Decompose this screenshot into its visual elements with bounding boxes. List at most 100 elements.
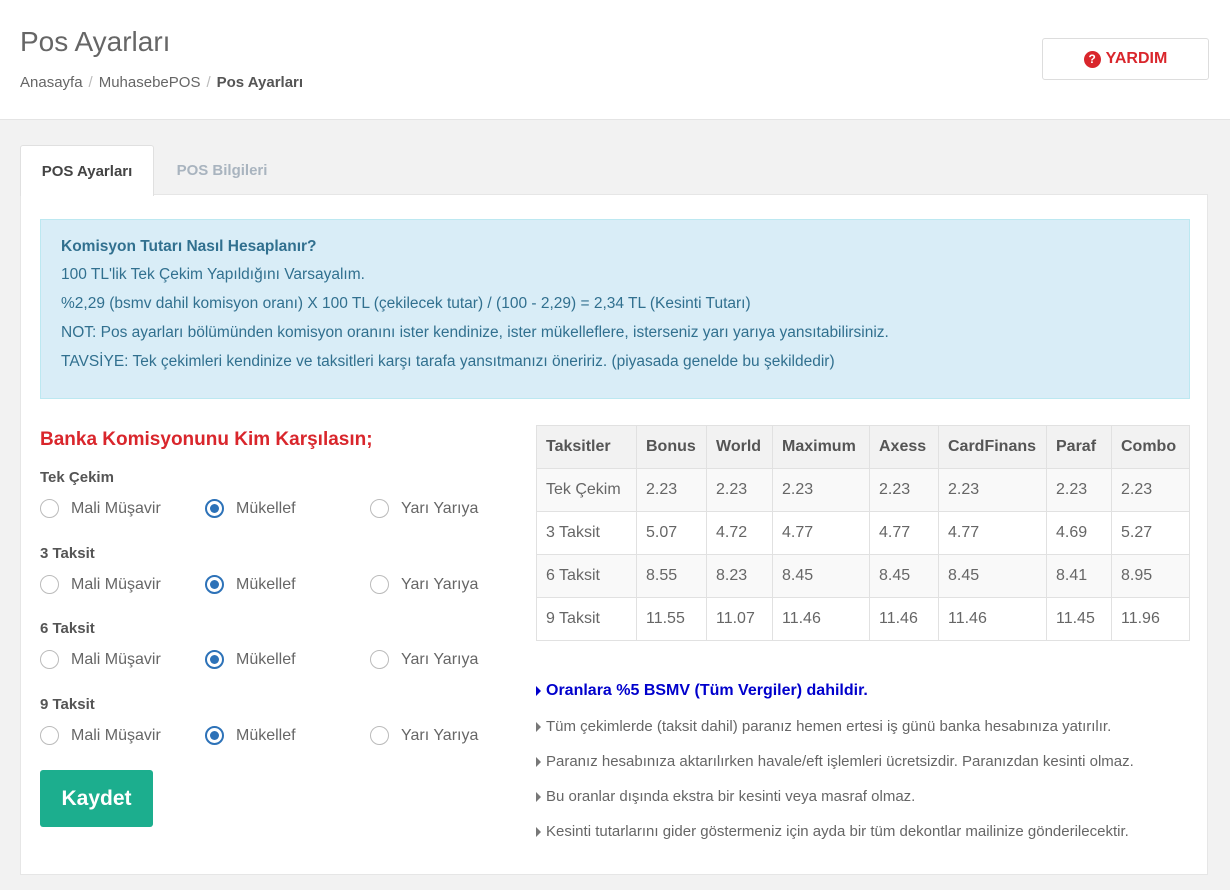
radio-circle[interactable] [370,499,389,518]
radio-6-taksit-yari-yariya[interactable]: Yarı Yarıya [370,650,478,669]
table-cell: 11.46 [869,597,939,641]
radio-3-taksit-mukellef[interactable]: Mükellef [205,575,296,594]
radio-9-taksit-mali-musavir[interactable]: Mali Müşavir [40,726,161,745]
caret-right-icon [536,686,541,696]
radio-6-taksit-mukellef[interactable]: Mükellef [205,650,296,669]
table-cell: 8.45 [938,554,1047,598]
table-header: Taksitler [536,425,637,469]
help-button-label: YARDIM [1105,50,1168,67]
table-cell: 4.69 [1046,511,1112,555]
table-cell: 6 Taksit [536,554,637,598]
table-cell: 4.77 [772,511,870,555]
group-label-9-taksit: 9 Taksit [40,696,95,713]
radio-label: Mali Müşavir [71,499,161,517]
table-header-row: Taksitler Bonus World Maximum Axess Card… [536,425,1190,469]
info-alert: Komisyon Tutarı Nasıl Hesaplanır? 100 TL… [40,219,1190,399]
table-cell: 8.45 [772,554,870,598]
caret-right-icon [536,721,541,732]
radio-tek-cekim-yari-yariya[interactable]: Yarı Yarıya [370,499,478,518]
radio-label: Mali Müşavir [71,650,161,668]
tab-pos-ayarlari[interactable]: POS Ayarları [20,145,154,196]
radio-circle-checked[interactable] [205,726,224,745]
radio-3-taksit-mali-musavir[interactable]: Mali Müşavir [40,575,161,594]
note-text: Bu oranlar dışında ekstra bir kesinti ve… [546,788,916,805]
table-header: Combo [1111,425,1190,469]
table-row: Tek Çekim 2.23 2.23 2.23 2.23 2.23 2.23 … [536,468,1190,512]
commission-title: Banka Komisyonunu Kim Karşılasın; [40,429,373,450]
table-row: 3 Taksit 5.07 4.72 4.77 4.77 4.77 4.69 5… [536,511,1190,555]
radio-circle[interactable] [40,499,59,518]
radio-circle-checked[interactable] [205,575,224,594]
radio-circle[interactable] [40,575,59,594]
radio-label: Yarı Yarıya [401,726,479,744]
info-line: TAVSİYE: Tek çekimleri kendinize ve taks… [61,353,835,370]
table-header: Paraf [1046,425,1112,469]
note-text: Paranız hesabınıza aktarılırken havale/e… [546,753,1134,770]
table-cell: 8.55 [636,554,707,598]
table-cell: 11.96 [1111,597,1190,641]
list-item: Oranlara %5 BSMV (Tüm Vergiler) dahildir… [536,673,1206,709]
radio-label: Mali Müşavir [71,726,161,744]
radio-label: Mükellef [236,575,296,593]
radio-circle[interactable] [370,575,389,594]
tab-pos-bilgileri[interactable]: POS Bilgileri [152,145,292,195]
table-cell: 11.46 [938,597,1047,641]
radio-label: Mali Müşavir [71,575,161,593]
radio-9-taksit-yari-yariya[interactable]: Yarı Yarıya [370,726,478,745]
table-cell: 2.23 [869,468,939,512]
table-cell: 2.23 [1046,468,1112,512]
info-line: %2,29 (bsmv dahil komisyon oranı) X 100 … [61,295,751,312]
table-cell: 3 Taksit [536,511,637,555]
table-cell: 11.46 [772,597,870,641]
radio-circle[interactable] [370,726,389,745]
table-cell: 2.23 [706,468,773,512]
table-cell: 8.45 [869,554,939,598]
table-cell: 4.77 [938,511,1047,555]
breadcrumb-muhasebepos[interactable]: MuhasebePOS [99,74,201,91]
radio-label: Yarı Yarıya [401,575,479,593]
table-header: CardFinans [938,425,1047,469]
table-cell: 11.07 [706,597,773,641]
group-label-6-taksit: 6 Taksit [40,620,95,637]
info-line: NOT: Pos ayarları bölümünden komisyon or… [61,324,889,341]
note-text: Tüm çekimlerde (taksit dahil) paranız he… [546,718,1112,735]
breadcrumb: Anasayfa / MuhasebePOS / Pos Ayarları [20,74,303,91]
table-cell: 4.77 [869,511,939,555]
save-button[interactable]: Kaydet [40,770,153,827]
table-cell: 11.55 [636,597,707,641]
table-cell: Tek Çekim [536,468,637,512]
breadcrumb-home[interactable]: Anasayfa [20,74,83,91]
caret-right-icon [536,826,541,837]
note-text: Kesinti tutarlarını gider göstermeniz iç… [546,823,1129,840]
radio-6-taksit-mali-musavir[interactable]: Mali Müşavir [40,650,161,669]
table-header: Axess [869,425,939,469]
table-cell: 2.23 [772,468,870,512]
radio-9-taksit-mukellef[interactable]: Mükellef [205,726,296,745]
caret-right-icon [536,756,541,767]
list-item: Tüm çekimlerde (taksit dahil) paranız he… [536,709,1206,744]
radio-label: Mükellef [236,650,296,668]
info-title: Komisyon Tutarı Nasıl Hesaplanır? [61,238,317,255]
list-item: Paranız hesabınıza aktarılırken havale/e… [536,744,1206,779]
group-label-3-taksit: 3 Taksit [40,545,95,562]
radio-circle[interactable] [370,650,389,669]
table-row: 6 Taksit 8.55 8.23 8.45 8.45 8.45 8.41 8… [536,554,1190,598]
notes-list: Oranlara %5 BSMV (Tüm Vergiler) dahildir… [536,673,1206,849]
radio-circle-checked[interactable] [205,499,224,518]
radio-circle[interactable] [40,726,59,745]
radio-tek-cekim-mukellef[interactable]: Mükellef [205,499,296,518]
help-button[interactable]: ? YARDIM [1042,38,1209,80]
radio-circle[interactable] [40,650,59,669]
radio-label: Mükellef [236,726,296,744]
table-cell: 8.23 [706,554,773,598]
radio-tek-cekim-mali-musavir[interactable]: Mali Müşavir [40,499,161,518]
page-title: Pos Ayarları [20,26,171,57]
table-cell: 11.45 [1046,597,1112,641]
breadcrumb-separator: / [206,74,211,91]
radio-circle-checked[interactable] [205,650,224,669]
table-cell: 8.95 [1111,554,1190,598]
table-header: World [706,425,773,469]
caret-right-icon [536,791,541,802]
table-cell: 5.27 [1111,511,1190,555]
radio-3-taksit-yari-yariya[interactable]: Yarı Yarıya [370,575,478,594]
